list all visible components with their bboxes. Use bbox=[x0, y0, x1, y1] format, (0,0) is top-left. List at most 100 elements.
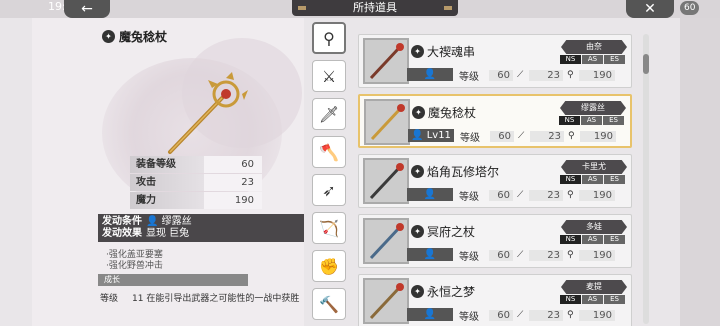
back-button[interactable]: ← bbox=[64, 0, 110, 18]
staff-type-icon: ✦ bbox=[411, 285, 424, 298]
weapon-name: ✦ 冥府之杖 bbox=[411, 223, 475, 240]
item-stats: 等级 60 ⟋ 23 ⚲ 190 bbox=[459, 307, 615, 323]
attr-tag: NS bbox=[560, 175, 581, 184]
weapon-name: ✦ 魔兔稔杖 bbox=[102, 28, 167, 45]
axe-icon: 🪓 bbox=[319, 142, 339, 162]
magic-icon: ⚲ bbox=[567, 190, 574, 200]
attr-tag: ES bbox=[604, 235, 625, 244]
stat-row: 装备等级 60 bbox=[130, 156, 262, 173]
weapon-list-item[interactable]: ✦ 焰角瓦修塔尔 卡里尤 NS AS ES 👤 等级 60 ⟋ 23 ⚲ 190 bbox=[358, 154, 632, 208]
attr-tag: AS bbox=[582, 235, 603, 244]
tab-arrow[interactable]: ➶ bbox=[312, 174, 346, 206]
attack-icon: ⟋ bbox=[517, 70, 524, 80]
tab-bow[interactable]: 🏹 bbox=[312, 212, 346, 244]
battery-indicator: 60 bbox=[680, 1, 700, 15]
page-title: 所持道具 bbox=[292, 0, 458, 16]
owner-badge: 多娃 bbox=[561, 220, 627, 234]
weapon-list-item[interactable]: ✦ 魔兔稔杖 缪露丝 NS AS ES 👤 Lv11 等级 60 ⟋ 23 ⚲ 1… bbox=[358, 94, 632, 148]
magic-icon: ⚲ bbox=[567, 250, 574, 260]
tab-axe[interactable]: 🪓 bbox=[312, 136, 346, 168]
attr-tag: AS bbox=[581, 116, 602, 125]
person-icon: 👤 bbox=[423, 309, 437, 320]
scroll-thumb[interactable] bbox=[643, 54, 649, 74]
stats-table: 装备等级 60 攻击 23 魔力 190 bbox=[130, 156, 262, 210]
staff-icon: ⚲ bbox=[323, 28, 335, 48]
attribute-tags: NS AS ES bbox=[560, 175, 625, 184]
weapon-thumbnail bbox=[364, 99, 410, 145]
sword-icon: ⚔ bbox=[321, 66, 337, 86]
weapon-level: 👤 bbox=[407, 248, 453, 261]
close-icon: ✕ bbox=[644, 1, 656, 17]
item-stats: 等级 60 ⟋ 23 ⚲ 190 bbox=[460, 128, 616, 144]
arrow-icon: ➶ bbox=[322, 180, 336, 200]
attr-tag: NS bbox=[560, 235, 581, 244]
weapon-thumbnail bbox=[363, 278, 409, 324]
tab-fist[interactable]: ✊ bbox=[312, 250, 346, 282]
tab-hammer[interactable]: 🔨 bbox=[312, 288, 346, 320]
item-stats: 等级 60 ⟋ 23 ⚲ 190 bbox=[459, 67, 615, 83]
scrollbar[interactable] bbox=[643, 34, 649, 324]
staff-type-icon: ✦ bbox=[411, 165, 424, 178]
attribute-tags: NS AS ES bbox=[560, 55, 625, 64]
weapon-thumbnail bbox=[363, 38, 409, 84]
skill-box: 发动条件 👤 缪露丝 发动效果 显现 巨兔 bbox=[98, 214, 304, 242]
arrow-left-icon: ← bbox=[81, 1, 93, 17]
person-icon: 👤 bbox=[146, 216, 162, 227]
magic-icon: ⚲ bbox=[567, 70, 574, 80]
growth-level: 等级 11 在能引导出武器之可能性的一战中获胜 bbox=[100, 294, 300, 304]
weapon-list-item[interactable]: ✦ 大禊魂串 由奈 NS AS ES 👤 等级 60 ⟋ 23 ⚲ 190 bbox=[358, 34, 632, 88]
attr-tag: ES bbox=[603, 116, 624, 125]
attack-icon: ⟋ bbox=[517, 250, 524, 260]
attack-icon: ⟋ bbox=[517, 190, 524, 200]
knife-icon: 🗡 bbox=[318, 104, 340, 124]
person-icon: 👤 bbox=[423, 189, 437, 200]
tab-knife[interactable]: 🗡 bbox=[312, 98, 346, 130]
tab-sword[interactable]: ⚔ bbox=[312, 60, 346, 92]
weapon-thumbnail bbox=[363, 218, 409, 264]
staff-type-icon: ✦ bbox=[412, 106, 425, 119]
bow-icon: 🏹 bbox=[319, 218, 339, 238]
attack-icon: ⟋ bbox=[517, 310, 524, 320]
attribute-tags: NS AS ES bbox=[559, 116, 624, 125]
attr-tag: NS bbox=[560, 55, 581, 64]
weapon-level: 👤 bbox=[407, 188, 453, 201]
weapon-list: ✦ 大禊魂串 由奈 NS AS ES 👤 等级 60 ⟋ 23 ⚲ 190 ✦ 魔兔… bbox=[358, 34, 638, 326]
weapon-list-item[interactable]: ✦ 永恒之梦 麦提 NS AS ES 👤 等级 60 ⟋ 23 ⚲ 190 bbox=[358, 274, 632, 326]
attack-icon: ⟋ bbox=[518, 131, 525, 141]
magic-icon: ⚲ bbox=[568, 131, 575, 141]
weapon-type-tabs: ⚲ ⚔ 🗡 🪓 ➶ 🏹 ✊ 🔨 bbox=[312, 22, 348, 326]
weapon-level: 👤 Lv11 bbox=[408, 129, 454, 142]
weapon-list-item[interactable]: ✦ 冥府之杖 多娃 NS AS ES 👤 等级 60 ⟋ 23 ⚲ 190 bbox=[358, 214, 632, 268]
growth-header: 成长 bbox=[98, 274, 248, 286]
attr-tag: AS bbox=[582, 295, 603, 304]
attribute-tags: NS AS ES bbox=[560, 235, 625, 244]
effect-list: ·强化盖亚要塞 ·强化野兽冲击 bbox=[106, 250, 163, 271]
attr-tag: ES bbox=[604, 175, 625, 184]
tab-staff[interactable]: ⚲ bbox=[312, 22, 346, 54]
close-button[interactable]: ✕ bbox=[626, 0, 674, 18]
owner-badge: 麦提 bbox=[561, 280, 627, 294]
attr-tag: AS bbox=[582, 175, 603, 184]
stat-row: 攻击 23 bbox=[130, 174, 262, 191]
magic-icon: ⚲ bbox=[567, 310, 574, 320]
stat-row: 魔力 190 bbox=[130, 192, 262, 209]
person-icon: 👤 bbox=[423, 249, 437, 260]
attr-tag: NS bbox=[559, 116, 580, 125]
attr-tag: ES bbox=[604, 295, 625, 304]
weapon-name: ✦ 永恒之梦 bbox=[411, 283, 475, 300]
attr-tag: ES bbox=[604, 55, 625, 64]
weapon-name: ✦ 魔兔稔杖 bbox=[412, 104, 476, 121]
item-stats: 等级 60 ⟋ 23 ⚲ 190 bbox=[459, 247, 615, 263]
weapon-thumbnail bbox=[363, 158, 409, 204]
person-icon: 👤 bbox=[423, 69, 437, 80]
staff-type-icon: ✦ bbox=[411, 45, 424, 58]
staff-type-icon: ✦ bbox=[411, 225, 424, 238]
weapon-name: ✦ 大禊魂串 bbox=[411, 43, 475, 60]
weapon-detail-panel: ✦ 魔兔稔杖 装备等级 60 攻击 23 魔力 190 发动条件 👤 缪露丝 发动效果显… bbox=[32, 18, 304, 326]
fist-icon: ✊ bbox=[319, 256, 339, 276]
weapon-level: 👤 bbox=[407, 68, 453, 81]
owner-badge: 由奈 bbox=[561, 40, 627, 54]
weapon-level: 👤 bbox=[407, 308, 453, 321]
weapon-image bbox=[168, 72, 248, 154]
person-icon: 👤 bbox=[411, 130, 424, 141]
